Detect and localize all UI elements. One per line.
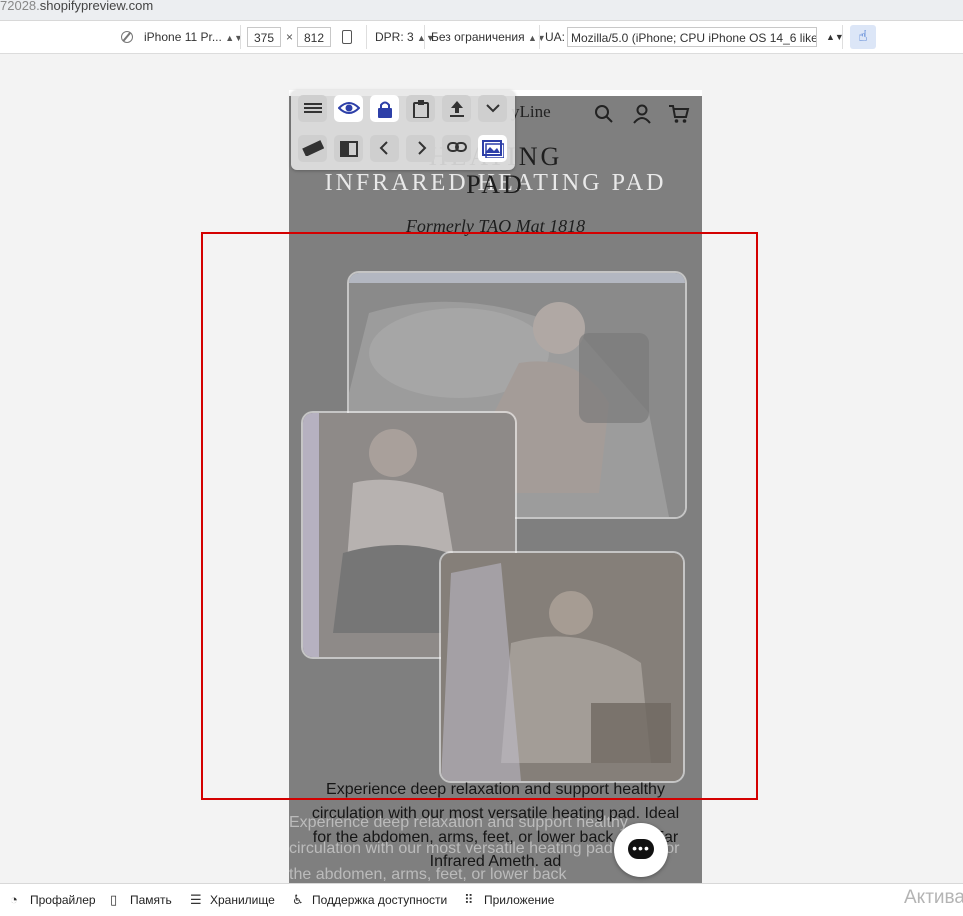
device-viewport[interactable]: yLine INFRARED HEATING PAD HEATING PAD F… bbox=[289, 90, 702, 883]
device-select[interactable]: iPhone 11 Pr... ▲▼ bbox=[144, 27, 243, 47]
width-input[interactable]: 375 bbox=[247, 27, 281, 47]
toolbar-divider bbox=[424, 25, 425, 49]
menu-icon[interactable] bbox=[298, 95, 327, 122]
storage-icon: ☰ bbox=[190, 892, 202, 907]
store-logo[interactable]: yLine bbox=[511, 102, 551, 122]
url-host: shopifypreview.com bbox=[39, 0, 154, 13]
link-icon[interactable] bbox=[442, 135, 471, 162]
touch-icon[interactable]: ☝ bbox=[850, 25, 876, 49]
disable-device-icon[interactable] bbox=[121, 31, 133, 43]
account-icon[interactable] bbox=[631, 104, 653, 130]
chevron-right-icon[interactable] bbox=[406, 135, 435, 162]
product-subtitle: Formerly TAO Mat 1818 bbox=[405, 216, 586, 236]
eye-icon[interactable] bbox=[334, 95, 363, 122]
url-prefix: 72028. bbox=[0, 0, 40, 13]
ruler-icon[interactable] bbox=[298, 135, 327, 162]
accessibility-icon: ♿ bbox=[292, 892, 304, 907]
product-photo-lying[interactable] bbox=[441, 553, 683, 781]
search-icon[interactable] bbox=[593, 104, 615, 130]
rotate-icon[interactable] bbox=[342, 30, 352, 44]
user-agent-input[interactable]: Mozilla/5.0 (iPhone; CPU iPhone OS 14_6 … bbox=[567, 27, 817, 47]
tab-memory-label: Память bbox=[130, 893, 172, 907]
tab-profiler-label: Профайлер bbox=[30, 893, 96, 907]
device-toolbar: iPhone 11 Pr... ▲▼ 375 × 812 DPR: 3 ▲▼ Б… bbox=[0, 21, 963, 54]
application-icon: ⠿ bbox=[464, 892, 474, 907]
chevron-down-icon[interactable] bbox=[478, 95, 507, 122]
cart-icon[interactable] bbox=[668, 104, 690, 130]
select-arrow-icon: ▲▼ bbox=[527, 33, 546, 43]
windows-activation-watermark: Актива bbox=[904, 887, 963, 908]
tab-storage[interactable]: ☰ Хранилище bbox=[190, 892, 275, 908]
toolbar-divider bbox=[842, 25, 843, 49]
tab-application-label: Приложение bbox=[484, 893, 555, 907]
tab-accessibility-label: Поддержка доступности bbox=[312, 893, 448, 907]
chat-launcher-button[interactable]: ••• bbox=[614, 823, 668, 877]
lock-icon[interactable] bbox=[370, 95, 399, 122]
toolbar-divider bbox=[366, 25, 367, 49]
tab-accessibility[interactable]: ♿ Поддержка доступности bbox=[292, 892, 447, 908]
throttling-select[interactable]: Без ограничения ▲▼ bbox=[431, 27, 546, 47]
chevron-left-icon[interactable] bbox=[370, 135, 399, 162]
ua-label: UA: bbox=[545, 30, 566, 44]
tab-application[interactable]: ⠿ Приложение bbox=[464, 892, 554, 908]
throttling-label: Без ограничения bbox=[431, 30, 525, 44]
profiler-icon: ◔ bbox=[10, 892, 18, 907]
toolbar-divider bbox=[539, 25, 540, 49]
tab-profiler[interactable]: ◔ Профайлер bbox=[10, 892, 96, 908]
height-input[interactable]: 812 bbox=[297, 27, 331, 47]
upload-icon[interactable] bbox=[442, 95, 471, 122]
header-icons bbox=[593, 104, 690, 130]
chat-icon: ••• bbox=[628, 839, 654, 859]
clipboard-icon[interactable] bbox=[406, 95, 435, 122]
address-bar[interactable]: 72028.shopifypreview.com bbox=[0, 0, 963, 21]
tab-memory[interactable]: ▯ Память bbox=[110, 892, 172, 908]
toolbar-divider bbox=[240, 25, 241, 49]
dpr-select[interactable]: DPR: 3 ▲▼ bbox=[375, 27, 435, 47]
devtools-drawer-tabs: ◔ Профайлер ▯ Память ☰ Хранилище ♿ Поддержка… bbox=[0, 883, 963, 916]
device-select-label: iPhone 11 Pr... bbox=[144, 30, 222, 44]
split-view-icon[interactable] bbox=[334, 135, 363, 162]
overlay-tool-panel bbox=[291, 90, 515, 170]
image-icon[interactable] bbox=[478, 135, 507, 162]
product-title-line2: PAD bbox=[466, 170, 525, 199]
tab-storage-label: Хранилище bbox=[210, 893, 275, 907]
dimension-separator: × bbox=[286, 30, 294, 44]
memory-icon: ▯ bbox=[110, 892, 118, 907]
dpr-label: DPR: 3 bbox=[375, 30, 414, 44]
